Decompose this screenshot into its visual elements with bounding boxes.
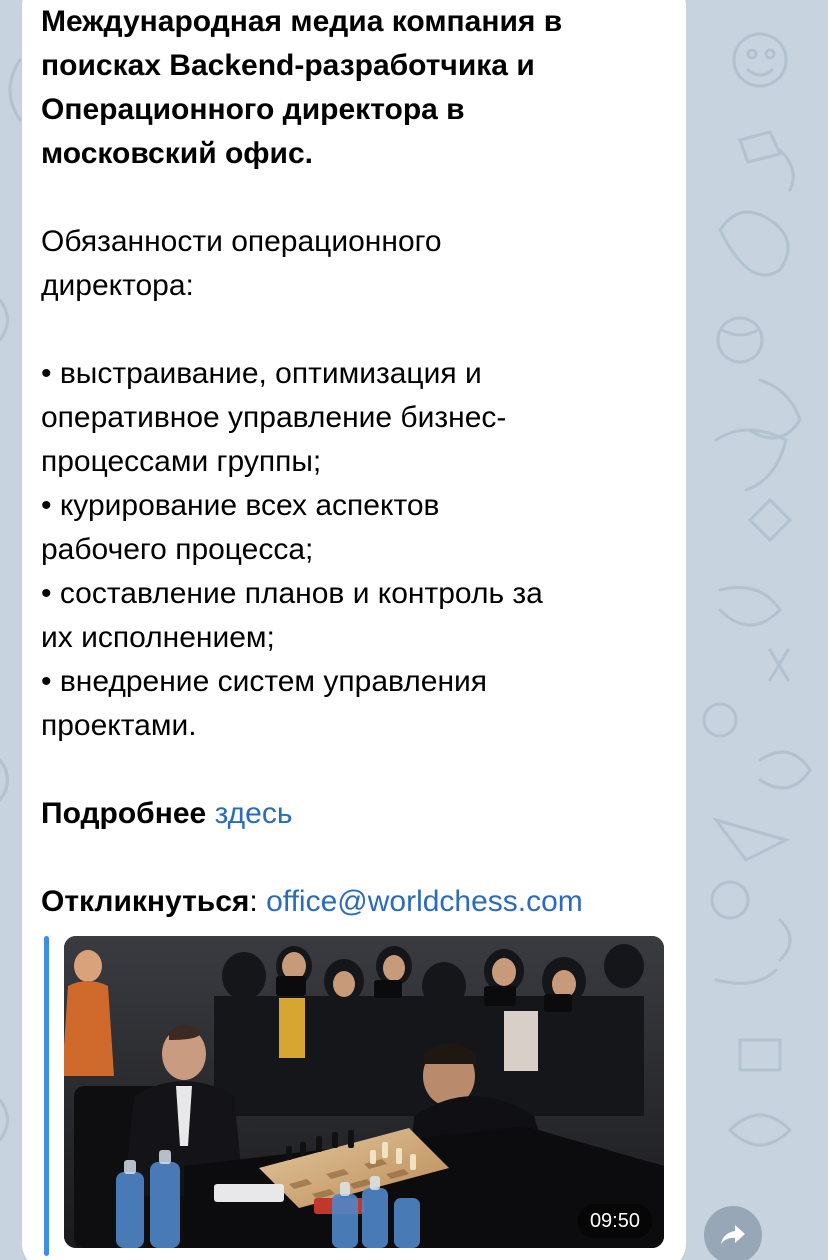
message-title-line-2: поисках Backend-разработчика и <box>41 49 535 82</box>
share-button[interactable] <box>704 1206 762 1260</box>
respond-line: Откликнуться: office@worldchess.com <box>41 880 671 924</box>
video-thumbnail-image <box>64 936 664 1248</box>
duties-line-1: • выстраивание, оптимизация и <box>41 357 482 390</box>
respond-label: Откликнуться <box>41 885 250 918</box>
video-duration-badge: 09:50 <box>577 1204 652 1238</box>
respond-email-link[interactable]: office@worldchess.com <box>266 885 583 918</box>
duties-line-5: рабочего процесса; <box>41 533 314 566</box>
message-title-line-1: Международная медиа компания в <box>41 5 563 38</box>
duties-line-7: их исполнением; <box>41 621 275 654</box>
more-details-line: Подробнее здесь <box>41 792 671 836</box>
duties-line-9: проектами. <box>41 709 197 742</box>
message-title-line-3: Операционного директора в <box>41 93 465 126</box>
link-preview-accent-bar <box>44 936 49 1256</box>
duties-line-4: • курирование всех аспектов <box>41 489 440 522</box>
respond-colon: : <box>249 885 258 918</box>
link-preview-video[interactable]: 09:50 <box>64 936 664 1248</box>
more-details-link[interactable]: здесь <box>215 797 293 830</box>
duties-line-8: • внедрение систем управления <box>41 665 488 698</box>
more-details-label: Подробнее <box>41 797 207 830</box>
share-arrow-icon <box>721 1225 745 1244</box>
duties-heading-line-2: директора: <box>41 269 194 302</box>
message-title-line-4: московский офис. <box>41 137 314 170</box>
duties-line-6: • составление планов и контроль за <box>41 577 543 610</box>
duties-heading-line-1: Обязанности операционного <box>41 225 442 258</box>
duties-line-2: оперативное управление бизнес- <box>41 401 507 434</box>
duties-line-3: процессами группы; <box>41 445 322 478</box>
